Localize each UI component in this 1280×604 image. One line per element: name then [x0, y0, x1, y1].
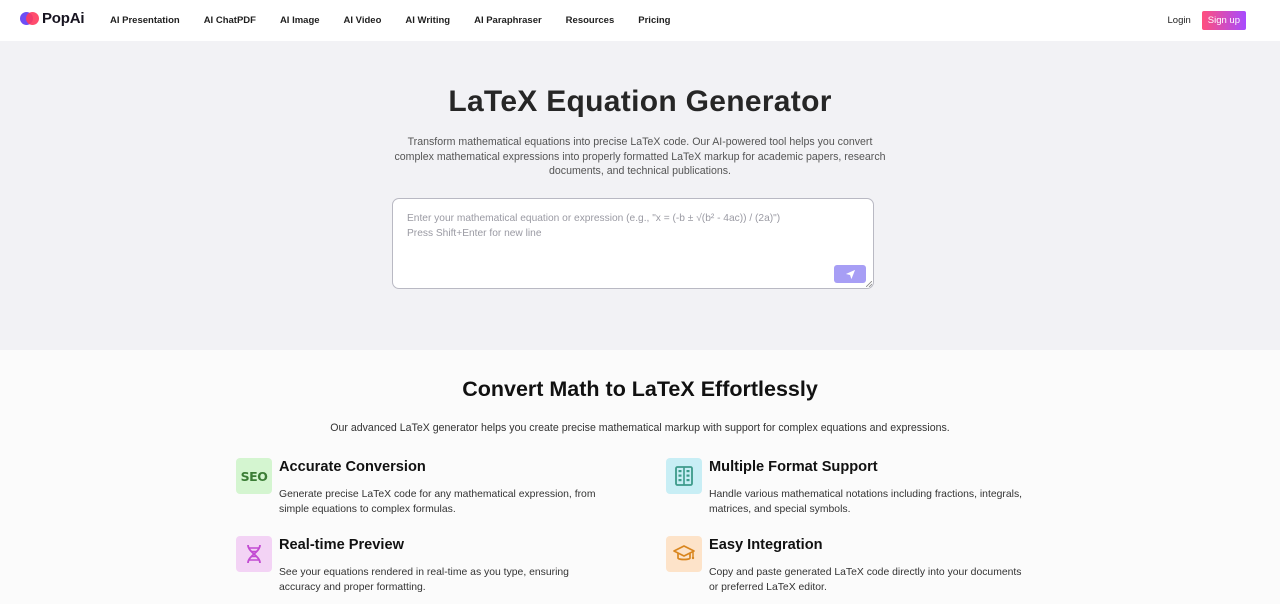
equation-input[interactable]: [407, 212, 847, 256]
feature-text: Generate precise LaTeX code for any math…: [279, 489, 596, 515]
features-section: Convert Math to LaTeX Effortlessly Our a…: [0, 350, 1280, 604]
dna-icon-glyph: [247, 544, 261, 564]
nav-links: AI Presentation AI ChatPDF AI Image AI V…: [110, 0, 694, 41]
dna-icon: [236, 536, 272, 572]
feature-title: Real-time Preview: [279, 537, 404, 553]
logo-text: PopAi: [42, 10, 85, 27]
nav-auth: Login Sign up: [1168, 0, 1246, 41]
top-navbar: PopAi AI Presentation AI ChatPDF AI Imag…: [0, 0, 1280, 41]
send-button[interactable]: [834, 265, 866, 283]
page-title: LaTeX Equation Generator: [448, 85, 832, 118]
features-subtitle: Our advanced LaTeX generator helps you c…: [330, 422, 950, 434]
send-icon: [845, 269, 855, 279]
feature-text: Handle various mathematical notations in…: [709, 489, 1023, 515]
hero-section: LaTeX Equation Generator Transform mathe…: [0, 41, 1280, 350]
building-icon-glyph: [675, 466, 693, 486]
login-link[interactable]: Login: [1168, 15, 1191, 26]
nav-link-ai-paraphraser[interactable]: AI Paraphraser: [474, 15, 542, 26]
building-icon: [666, 458, 702, 494]
nav-link-ai-presentation[interactable]: AI Presentation: [110, 15, 180, 26]
seo-icon-text: SEO: [240, 468, 268, 484]
nav-link-pricing[interactable]: Pricing: [638, 15, 670, 26]
nav-link-resources[interactable]: Resources: [566, 15, 615, 26]
popai-logo[interactable]: PopAi: [20, 10, 85, 27]
feature-title: Accurate Conversion: [279, 459, 426, 475]
feature-text: See your equations rendered in real-time…: [279, 567, 569, 593]
nav-link-ai-video[interactable]: AI Video: [344, 15, 382, 26]
feature-title: Multiple Format Support: [709, 459, 878, 475]
signup-button[interactable]: Sign up: [1201, 11, 1246, 30]
feature-title: Easy Integration: [709, 537, 823, 553]
popai-logo-icon: [20, 11, 39, 27]
equation-input-box: [392, 198, 874, 289]
hero-description: Transform mathematical equations into pr…: [394, 136, 886, 178]
nav-link-ai-image[interactable]: AI Image: [280, 15, 320, 26]
feature-text: Copy and paste generated LaTeX code dire…: [709, 567, 1022, 593]
resize-grip-icon[interactable]: [866, 281, 872, 287]
nav-link-ai-writing[interactable]: AI Writing: [405, 15, 450, 26]
graduation-cap-icon: [666, 536, 702, 572]
nav-link-ai-chatpdf[interactable]: AI ChatPDF: [204, 15, 256, 26]
graduation-cap-icon-glyph: [673, 545, 695, 561]
features-title: Convert Math to LaTeX Effortlessly: [462, 377, 818, 401]
seo-icon: SEO: [236, 458, 272, 494]
